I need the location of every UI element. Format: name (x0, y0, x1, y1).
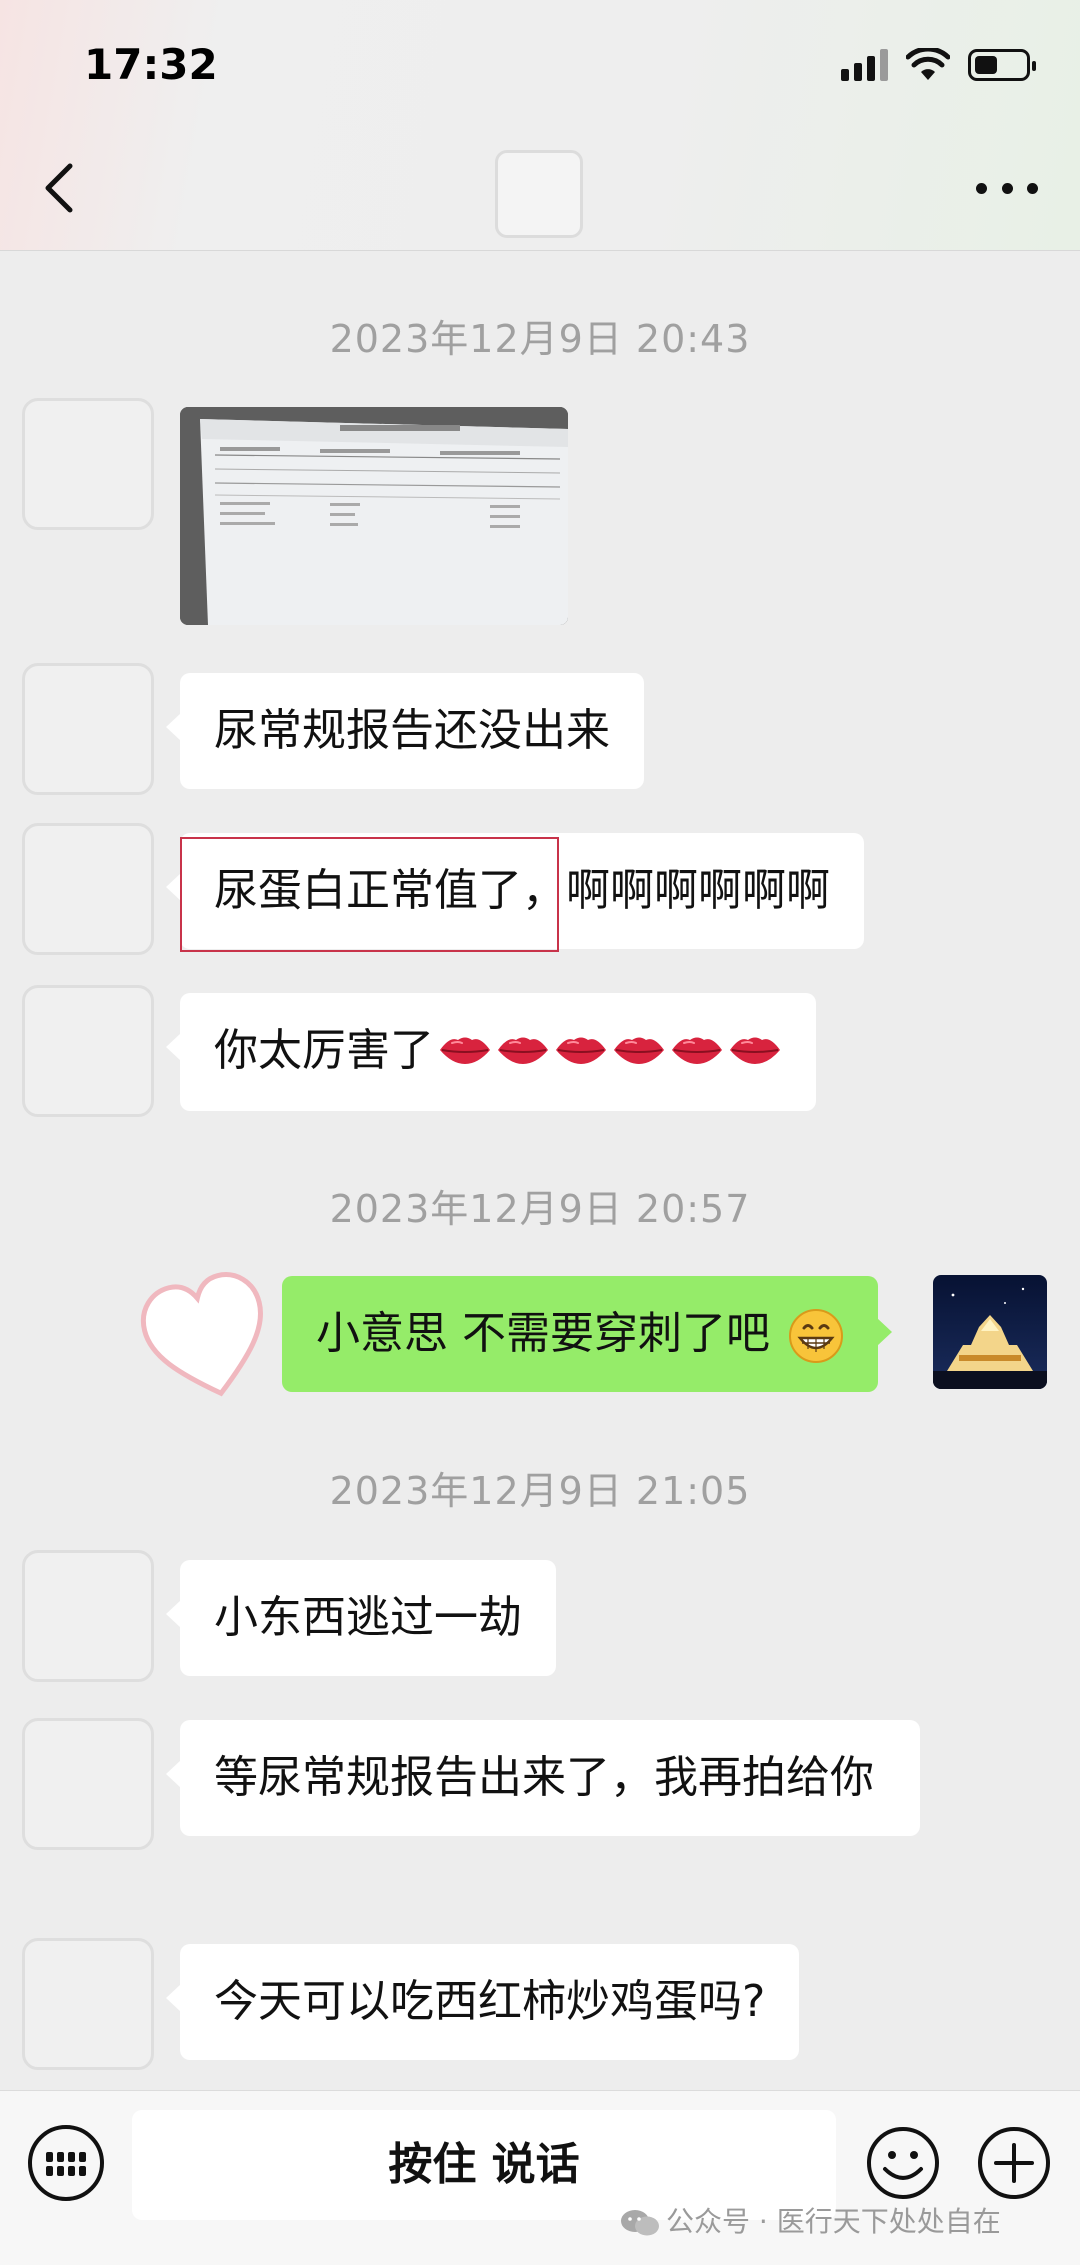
back-button[interactable] (38, 160, 82, 216)
message-text: 等尿常规报告出来了，我再拍给你 (214, 1752, 874, 1803)
message-text: 小东西逃过一劫 (214, 1592, 522, 1643)
message-bubble[interactable]: 等尿常规报告出来了，我再拍给你 (166, 1720, 920, 1836)
emoji-button[interactable] (865, 2125, 941, 2201)
message-timestamp: 2023年12月9日 21:05 (329, 1469, 751, 1513)
my-message-bubble[interactable]: 小意思 不需要穿刺了吧 (282, 1276, 892, 1392)
my-avatar[interactable] (933, 1275, 1047, 1389)
lips-emoji (496, 1021, 550, 1085)
message-bubble[interactable]: 你太厉害了 (166, 993, 816, 1111)
lab-report-image (180, 407, 568, 625)
more-dot (1027, 182, 1038, 194)
night-temple-avatar-image (933, 1275, 1047, 1389)
lips-emoji (612, 1021, 666, 1085)
lips-emoji (670, 1021, 724, 1085)
message-text: 尿常规报告还没出来 (214, 705, 610, 756)
status-icons (841, 48, 1036, 82)
contact-avatar[interactable] (495, 150, 583, 238)
cellular-signal-icon (841, 49, 888, 81)
sender-avatar[interactable] (22, 1550, 154, 1682)
status-time: 17:32 (84, 40, 218, 89)
wifi-icon (906, 48, 950, 80)
battery-icon (968, 49, 1036, 81)
sender-avatar[interactable] (22, 398, 154, 530)
sender-avatar[interactable] (22, 823, 154, 955)
plus-button[interactable] (976, 2125, 1052, 2201)
watermark-text: 公众号 · 医行天下处处自在 (666, 2205, 1001, 2238)
message-bubble[interactable]: 小东西逃过一劫 (166, 1560, 556, 1676)
sender-avatar[interactable] (22, 1938, 154, 2070)
sender-avatar[interactable] (22, 985, 154, 1117)
battery-level (975, 56, 997, 74)
grin-emoji (789, 1309, 843, 1363)
highlight-annotation (180, 837, 559, 952)
sender-avatar[interactable] (22, 663, 154, 795)
more-dot (976, 182, 987, 194)
chat-screen: 17:32 2023年12月9日 20:43 尿常规报告还没出来 尿蛋白正常值了… (0, 0, 1080, 2265)
lips-emoji-group (434, 1025, 782, 1076)
lips-emoji (438, 1021, 492, 1085)
keyboard-toggle-button[interactable] (28, 2125, 104, 2201)
heart-sticker[interactable] (140, 1270, 275, 1405)
lips-emoji (554, 1021, 608, 1085)
more-dot (1001, 182, 1013, 194)
sender-avatar[interactable] (22, 1718, 154, 1850)
message-text: 你太厉害了 (214, 1025, 434, 1076)
wechat-icon (621, 2210, 659, 2236)
keyboard-icon (46, 2152, 86, 2176)
message-text: 小意思 不需要穿刺了吧 (316, 1308, 770, 1359)
header-divider (0, 250, 1080, 251)
message-text: 今天可以吃西红柿炒鸡蛋吗? (214, 1976, 766, 2027)
lab-report-photo[interactable] (180, 407, 568, 625)
more-options-button[interactable] (976, 168, 1038, 208)
message-bubble[interactable]: 今天可以吃西红柿炒鸡蛋吗? (165, 1944, 800, 2060)
message-bubble[interactable]: 尿常规报告还没出来 (166, 673, 644, 789)
message-timestamp: 2023年12月9日 20:57 (329, 1187, 751, 1231)
watermark: 公众号 · 医行天下处处自在 (620, 2200, 1001, 2240)
lips-emoji (728, 1021, 782, 1085)
message-timestamp: 2023年12月9日 20:43 (329, 317, 751, 361)
